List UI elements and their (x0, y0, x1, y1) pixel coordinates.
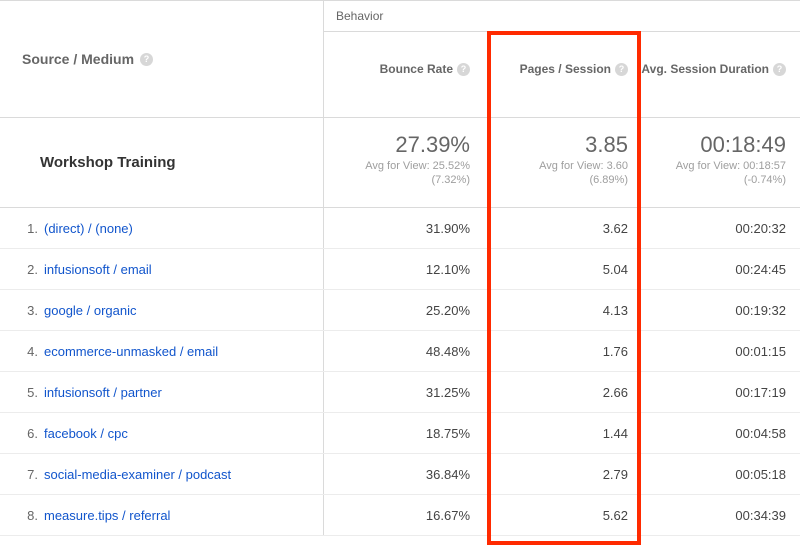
table-row: 4. ecommerce-unmasked / email 48.48%1.7600… (0, 331, 800, 372)
table-row: 7. social-media-examiner / podcast 36.84%2… (0, 454, 800, 495)
source-medium-link[interactable]: facebook / cpc (44, 426, 128, 441)
help-icon[interactable]: ? (457, 63, 470, 76)
col-label: Avg. Session Duration (641, 62, 769, 76)
table-row: 8. measure.tips / referral 16.67%5.6200:34… (0, 495, 800, 536)
row-number: 5. (16, 385, 38, 400)
summary-delta: (6.89%) (482, 174, 628, 186)
row-number: 6. (16, 426, 38, 441)
cell-pages: 5.62 (482, 495, 640, 535)
table-row: 5. infusionsoft / partner 31.25%2.6600:17:… (0, 372, 800, 413)
row-dimension: 1. (direct) / (none) (0, 208, 324, 248)
source-medium-link[interactable]: infusionsoft / partner (44, 385, 162, 400)
source-medium-link[interactable]: social-media-examiner / podcast (44, 467, 231, 482)
metric-columns: Bounce Rate ? Pages / Session ? Avg. Ses… (324, 32, 800, 90)
table-row: 2. infusionsoft / email 12.10%5.0400:24:45 (0, 249, 800, 290)
cell-pages: 1.76 (482, 331, 640, 371)
metrics-header: Behavior Bounce Rate ? Pages / Session ?… (324, 1, 800, 117)
summary-label: Workshop Training (0, 118, 324, 207)
row-number: 8. (16, 508, 38, 523)
summary-duration: 00:18:49 Avg for View: 00:18:57 (-0.74%) (640, 118, 798, 207)
row-dimension: 3. google / organic (0, 290, 324, 330)
col-pages-session[interactable]: Pages / Session ? (482, 32, 640, 90)
cell-duration: 00:34:39 (640, 495, 798, 535)
cell-pages: 1.44 (482, 413, 640, 453)
cell-pages: 2.79 (482, 454, 640, 494)
summary-delta: (7.32%) (324, 174, 470, 186)
summary-avg: Avg for View: 00:18:57 (640, 160, 786, 172)
cell-bounce: 12.10% (324, 249, 482, 289)
cell-duration: 00:04:58 (640, 413, 798, 453)
row-number: 4. (16, 344, 38, 359)
table-body: 1. (direct) / (none) 31.90%3.6200:20:32 2. i… (0, 208, 800, 536)
row-dimension: 5. infusionsoft / partner (0, 372, 324, 412)
summary-value: 27.39% (324, 132, 470, 158)
help-icon[interactable]: ? (140, 53, 153, 66)
summary-value: 00:18:49 (640, 132, 786, 158)
cell-bounce: 25.20% (324, 290, 482, 330)
summary-row: Workshop Training 27.39% Avg for View: 2… (0, 118, 800, 208)
row-dimension: 2. infusionsoft / email (0, 249, 324, 289)
summary-avg: Avg for View: 3.60 (482, 160, 628, 172)
table-row: 6. facebook / cpc 18.75%1.4400:04:58 (0, 413, 800, 454)
cell-bounce: 18.75% (324, 413, 482, 453)
col-avg-duration[interactable]: Avg. Session Duration ? (640, 32, 798, 90)
cell-bounce: 31.25% (324, 372, 482, 412)
row-dimension: 7. social-media-examiner / podcast (0, 454, 324, 494)
dimension-header[interactable]: Source / Medium ? (0, 1, 324, 117)
cell-bounce: 48.48% (324, 331, 482, 371)
help-icon[interactable]: ? (773, 63, 786, 76)
row-dimension: 6. facebook / cpc (0, 413, 324, 453)
summary-value: 3.85 (482, 132, 628, 158)
cell-duration: 00:01:15 (640, 331, 798, 371)
cell-bounce: 36.84% (324, 454, 482, 494)
cell-pages: 4.13 (482, 290, 640, 330)
cell-pages: 5.04 (482, 249, 640, 289)
cell-duration: 00:17:19 (640, 372, 798, 412)
source-medium-link[interactable]: measure.tips / referral (44, 508, 170, 523)
row-number: 2. (16, 262, 38, 277)
cell-pages: 3.62 (482, 208, 640, 248)
col-label: Pages / Session (520, 62, 611, 76)
source-medium-link[interactable]: infusionsoft / email (44, 262, 152, 277)
cell-bounce: 31.90% (324, 208, 482, 248)
cell-duration: 00:19:32 (640, 290, 798, 330)
dimension-label: Source / Medium (22, 51, 134, 67)
metrics-group-label: Behavior (324, 1, 800, 32)
col-label: Bounce Rate (380, 62, 453, 76)
cell-duration: 00:05:18 (640, 454, 798, 494)
summary-bounce: 27.39% Avg for View: 25.52% (7.32%) (324, 118, 482, 207)
cell-duration: 00:20:32 (640, 208, 798, 248)
analytics-table: Source / Medium ? Behavior Bounce Rate ?… (0, 0, 800, 550)
source-medium-link[interactable]: google / organic (44, 303, 137, 318)
cell-pages: 2.66 (482, 372, 640, 412)
row-dimension: 8. measure.tips / referral (0, 495, 324, 535)
summary-avg: Avg for View: 25.52% (324, 160, 470, 172)
source-medium-link[interactable]: (direct) / (none) (44, 221, 133, 236)
table-row: 3. google / organic 25.20%4.1300:19:32 (0, 290, 800, 331)
row-number: 3. (16, 303, 38, 318)
cell-bounce: 16.67% (324, 495, 482, 535)
source-medium-link[interactable]: ecommerce-unmasked / email (44, 344, 218, 359)
table-header: Source / Medium ? Behavior Bounce Rate ?… (0, 0, 800, 118)
summary-delta: (-0.74%) (640, 174, 786, 186)
summary-pages: 3.85 Avg for View: 3.60 (6.89%) (482, 118, 640, 207)
row-dimension: 4. ecommerce-unmasked / email (0, 331, 324, 371)
row-number: 7. (16, 467, 38, 482)
cell-duration: 00:24:45 (640, 249, 798, 289)
table-row: 1. (direct) / (none) 31.90%3.6200:20:32 (0, 208, 800, 249)
col-bounce-rate[interactable]: Bounce Rate ? (324, 32, 482, 90)
help-icon[interactable]: ? (615, 63, 628, 76)
row-number: 1. (16, 221, 38, 236)
